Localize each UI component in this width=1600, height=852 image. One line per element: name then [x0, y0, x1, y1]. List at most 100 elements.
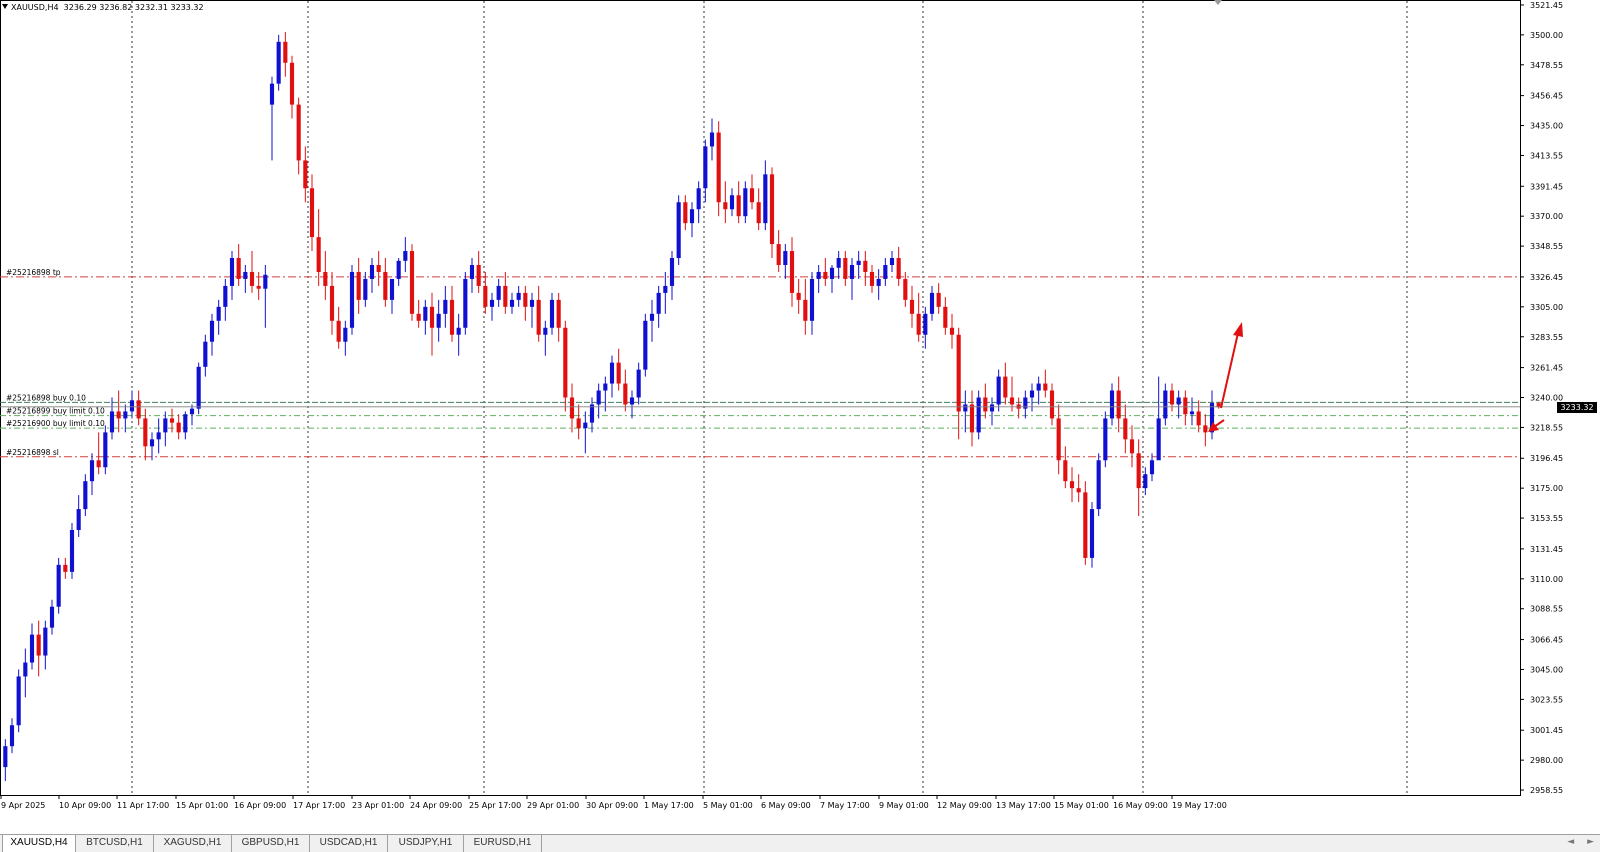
x-axis-tick-label: 9 Apr 2025 [1, 801, 45, 810]
candle-bullish [1109, 390, 1115, 419]
dropdown-triangle-icon[interactable] [2, 4, 8, 9]
y-axis-tick-label: 3153.55 [1530, 514, 1563, 523]
candle-bearish [1049, 390, 1055, 419]
tab-scroll-arrows: ◄ ► [1557, 837, 1594, 847]
tab-btcusd-h1[interactable]: BTCUSD,H1 [76, 835, 154, 852]
candle-bearish [1129, 439, 1135, 454]
candle-bullish [83, 481, 88, 510]
candle-bearish [323, 271, 328, 286]
scroll-left-icon[interactable]: ◄ [1567, 837, 1574, 847]
candle-bullish [729, 195, 735, 210]
candle-bullish [216, 306, 221, 321]
candle-bearish [356, 271, 361, 300]
y-axis-tick-label: 3370.00 [1530, 212, 1563, 221]
candle-bullish [29, 634, 35, 663]
candle-bearish [169, 418, 175, 423]
candle-bearish [943, 306, 948, 328]
candle-bearish [1169, 390, 1175, 405]
candle-bullish [489, 299, 495, 307]
candle-bullish [209, 320, 215, 342]
candle-bullish [1163, 390, 1168, 419]
candle-bearish [776, 244, 781, 265]
candle-bearish [1083, 492, 1088, 558]
candle-bullish [363, 278, 368, 300]
candle-bearish [383, 271, 388, 300]
candle-bullish [423, 306, 428, 321]
candle-bearish [536, 299, 541, 335]
tab-xauusd-h4[interactable]: XAUUSD,H4 [2, 835, 76, 852]
candle-bullish [836, 258, 841, 268]
candle-bearish [796, 292, 801, 300]
y-axis-tick-label: 3023.55 [1530, 695, 1563, 704]
scroll-right-icon[interactable]: ► [1587, 837, 1594, 847]
candle-bearish [936, 292, 941, 307]
candlestick-chart[interactable]: 3521.45 3500.00 3478.55 3456.45 3435.00 3413.… [0, 0, 1600, 834]
candle-bullish [676, 202, 681, 259]
candle-bullish [743, 188, 748, 217]
candle-bullish [463, 278, 468, 328]
y-axis-tick-label: 3456.45 [1530, 92, 1563, 101]
candle-bullish [876, 278, 881, 286]
tab-eurusd-h1[interactable]: EURUSD,H1 [464, 835, 542, 852]
candle-bearish [909, 299, 915, 314]
candle-bearish [756, 202, 761, 224]
trade-line-label: #25216898 buy 0.10 [6, 393, 86, 402]
candle-bearish [983, 397, 988, 412]
y-axis-tick-label: 3175.00 [1530, 484, 1563, 493]
candle-bearish [1043, 383, 1048, 391]
x-axis-tick-label: 17 Apr 17:00 [293, 801, 345, 810]
candle-bearish [949, 327, 955, 335]
candle-bullish [529, 299, 535, 307]
period-separator-marker-icon [1214, 0, 1222, 5]
candle-bullish [1096, 460, 1101, 510]
candle-bullish [469, 265, 475, 279]
y-axis-tick-label: 3261.45 [1530, 364, 1563, 373]
tab-gbpusd-h1[interactable]: GBPUSD,H1 [232, 835, 310, 852]
x-axis-tick-label: 13 May 17:00 [996, 801, 1051, 810]
candle-bullish [1036, 383, 1041, 391]
candle-bullish [629, 397, 635, 405]
candle-bullish [276, 41, 281, 84]
candle-bearish [476, 265, 481, 286]
candle-bearish [1116, 390, 1121, 419]
candle-bullish [1029, 390, 1035, 398]
candle-bullish [396, 260, 401, 279]
candle-bullish [963, 404, 968, 412]
candle-bullish [1149, 460, 1155, 475]
candle-bearish [1123, 418, 1128, 440]
chart-area[interactable]: 3521.45 3500.00 3478.55 3456.45 3435.00 3413.… [0, 0, 1600, 834]
candle-bearish [336, 320, 341, 342]
candle-bullish [929, 292, 935, 314]
candle-bullish [456, 327, 461, 335]
y-axis-tick-label: 3478.55 [1530, 61, 1563, 70]
candle-bullish [883, 265, 888, 279]
candle-bearish [1203, 425, 1208, 433]
candle-bullish [1103, 418, 1108, 461]
x-axis-tick-label: 23 Apr 01:00 [352, 801, 404, 810]
x-axis-tick-label: 12 May 09:00 [937, 801, 992, 810]
x-axis-tick-label: 5 May 01:00 [703, 801, 753, 810]
trade-line-label: #25216899 buy limit 0.10 [6, 407, 105, 416]
tab-usdcad-h1[interactable]: USDCAD,H1 [310, 835, 388, 852]
candle-bullish [783, 251, 788, 265]
candle-bullish [1176, 397, 1181, 405]
tab-usdjpy-h1[interactable]: USDJPY,H1 [388, 835, 464, 852]
candle-bullish [269, 83, 275, 105]
tab-xagusd-h1[interactable]: XAGUSD,H1 [154, 835, 232, 852]
candle-bearish [283, 41, 288, 63]
candle-bullish [263, 274, 268, 289]
candle-bearish [863, 260, 868, 272]
candle-bullish [56, 564, 61, 607]
candle-bullish [763, 174, 768, 224]
candle-bullish [609, 362, 615, 384]
candle-bullish [816, 271, 821, 279]
x-axis-tick-label: 10 Apr 09:00 [59, 801, 111, 810]
candle-bearish [903, 278, 908, 300]
y-axis-tick-label: 3305.00 [1530, 303, 1563, 312]
candle-bullish [583, 422, 588, 429]
candle-bullish [103, 432, 108, 468]
candle-bullish [49, 606, 55, 628]
candle-bullish [89, 460, 95, 482]
candle-bullish [369, 265, 375, 279]
y-axis-tick-label: 3088.55 [1530, 605, 1563, 614]
